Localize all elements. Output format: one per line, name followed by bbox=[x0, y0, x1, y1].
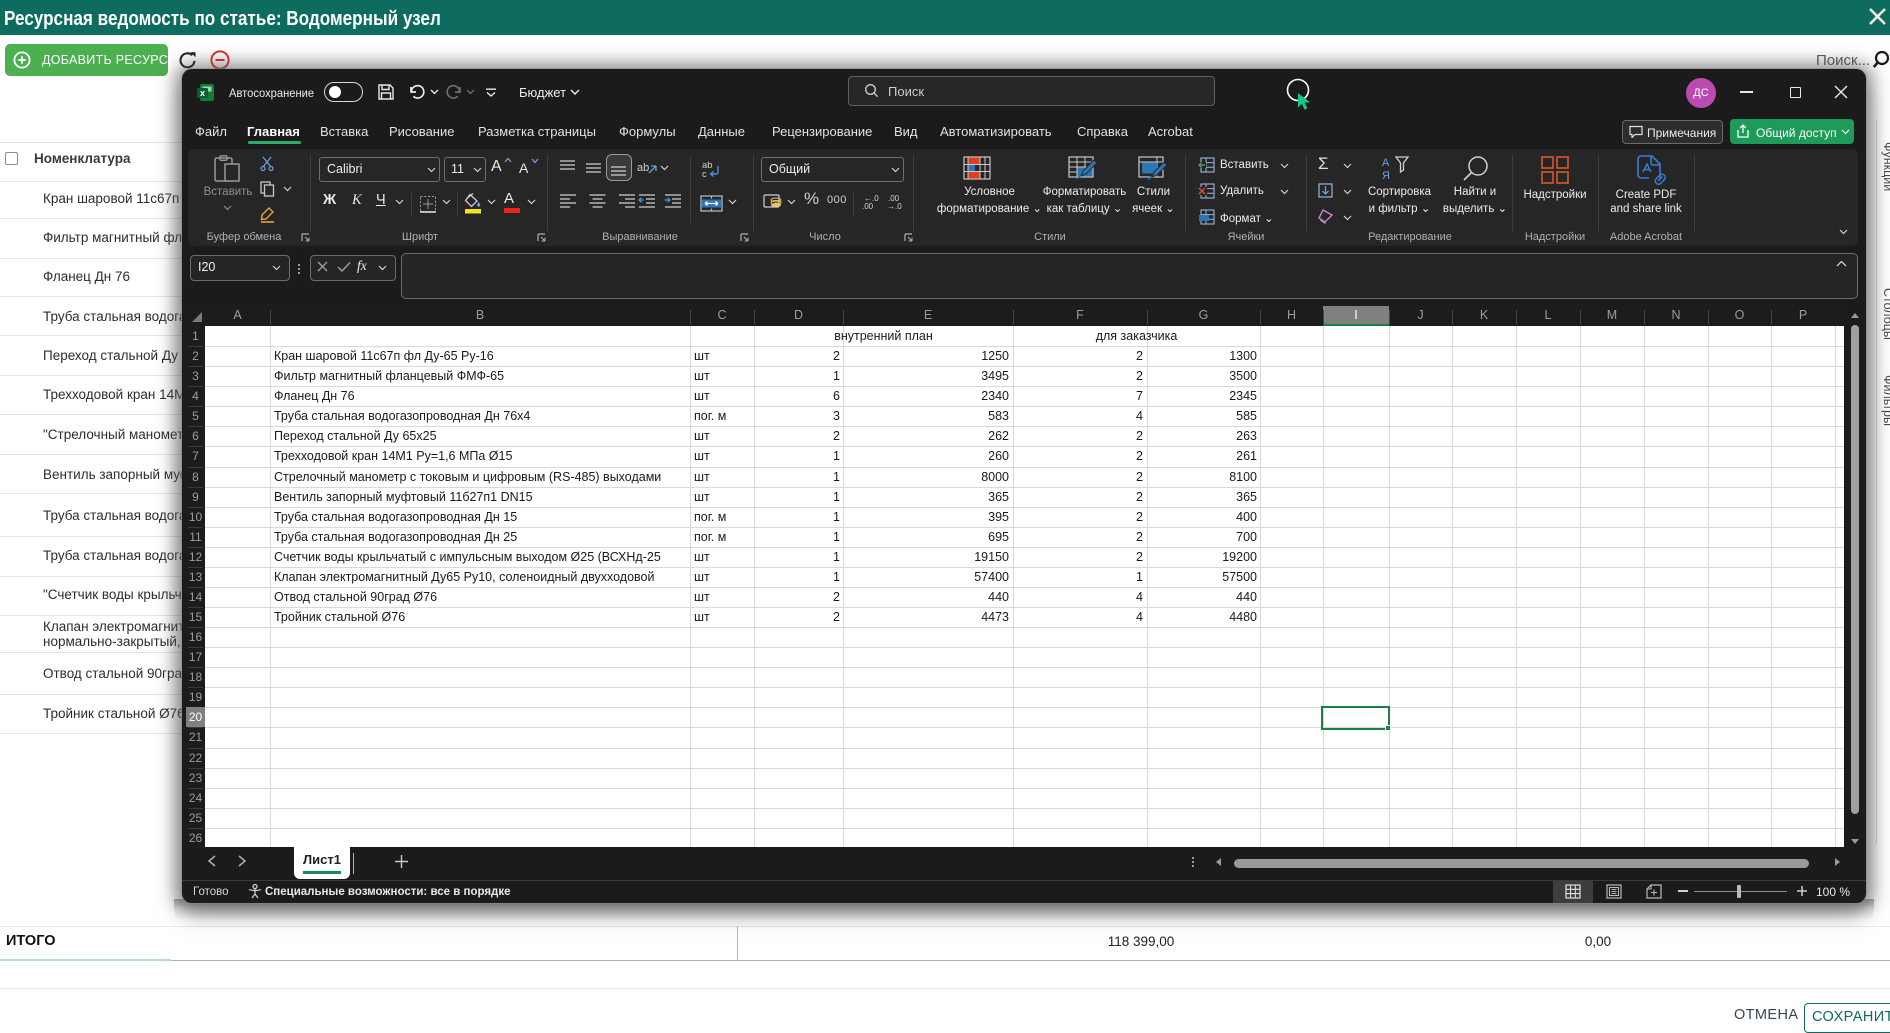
svg-text:ab: ab bbox=[637, 162, 649, 174]
svg-text:→.0: →.0 bbox=[887, 202, 902, 210]
svg-text:А: А bbox=[1382, 157, 1390, 169]
svg-text:Я: Я bbox=[1382, 170, 1390, 182]
svg-text:.00: .00 bbox=[862, 202, 874, 210]
svg-text:x: x bbox=[200, 88, 205, 98]
svg-text:c: c bbox=[702, 169, 707, 180]
